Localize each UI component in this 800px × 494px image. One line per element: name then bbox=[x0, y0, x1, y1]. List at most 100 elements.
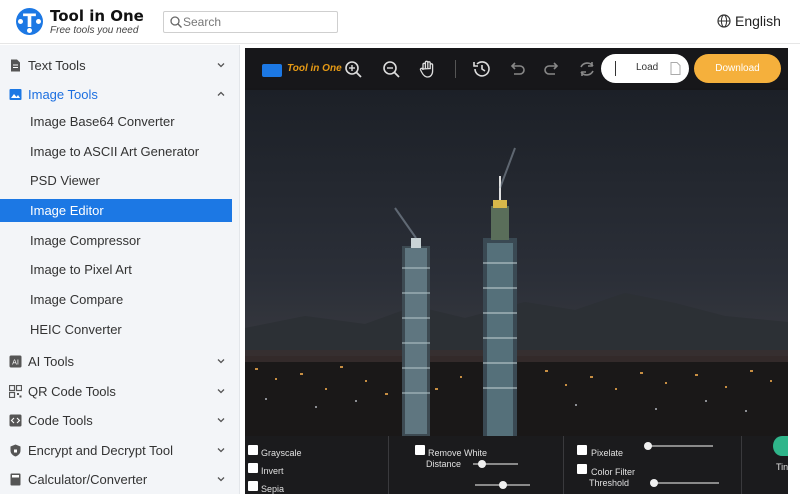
sidebar-item-label: Calculator/Converter bbox=[28, 472, 148, 487]
sidebar-item-qr-code-tools[interactable]: QR Code Tools bbox=[0, 378, 239, 406]
sidebar-item-ai-tools[interactable]: AI AI Tools bbox=[0, 348, 239, 376]
redo-icon[interactable] bbox=[541, 58, 563, 80]
sidebar-item-encrypt-decrypt[interactable]: Encrypt and Decrypt Tool bbox=[0, 437, 239, 465]
logo-icon[interactable]: T bbox=[16, 8, 43, 35]
search-input[interactable] bbox=[183, 12, 333, 32]
sidebar-subitem-image-compare[interactable]: Image Compare bbox=[0, 288, 232, 311]
grayscale-checkbox[interactable] bbox=[248, 445, 258, 455]
color-swatch[interactable] bbox=[773, 436, 788, 456]
chevron-down-icon bbox=[217, 63, 225, 68]
editor-toolbar: Tool in One Load Download bbox=[245, 48, 788, 90]
chevron-down-icon bbox=[217, 448, 225, 453]
globe-icon bbox=[717, 14, 731, 28]
sidebar-item-code-tools[interactable]: Code Tools bbox=[0, 407, 239, 435]
load-separator bbox=[615, 61, 616, 76]
pixelate-slider-thumb[interactable] bbox=[644, 442, 653, 450]
svg-text:AI: AI bbox=[12, 359, 19, 367]
sidebar-subitem-psd-viewer[interactable]: PSD Viewer bbox=[0, 169, 232, 192]
sidebar-subitem-image-editor[interactable]: Image Editor bbox=[0, 199, 232, 222]
image-icon bbox=[9, 89, 22, 100]
panel-divider bbox=[741, 436, 742, 494]
sidebar-subitem-label: HEIC Converter bbox=[30, 322, 122, 337]
remove-white-checkbox[interactable] bbox=[415, 445, 425, 455]
download-button[interactable]: Download bbox=[694, 54, 781, 83]
load-button[interactable]: Load bbox=[601, 54, 689, 83]
file-icon bbox=[670, 62, 681, 75]
search-box[interactable] bbox=[163, 11, 338, 33]
document-icon bbox=[11, 59, 20, 72]
sidebar-subitem-label: Image Editor bbox=[30, 203, 104, 218]
sidebar-subitem-image-compressor[interactable]: Image Compressor bbox=[0, 229, 232, 252]
sidebar-subitem-label: Image to ASCII Art Generator bbox=[30, 144, 200, 159]
filter-controls-panel: Grayscale Invert Sepia Remove White Dist… bbox=[245, 436, 788, 494]
chevron-up-icon bbox=[217, 91, 225, 96]
sidebar-subitem-label: Image Base64 Converter bbox=[30, 114, 175, 129]
calculator-icon bbox=[10, 473, 21, 486]
image-editor: Tool in One Load Download Grayscale Inve… bbox=[245, 48, 788, 494]
toolbar-logo-icon bbox=[262, 64, 282, 77]
pixelate-label: Pixelate bbox=[591, 448, 624, 458]
panel-divider bbox=[563, 436, 564, 494]
invert-checkbox[interactable] bbox=[248, 463, 258, 473]
zoom-out-icon[interactable] bbox=[380, 58, 402, 80]
qr-code-icon bbox=[9, 385, 22, 398]
chevron-down-icon bbox=[217, 359, 225, 364]
chevron-down-icon bbox=[217, 389, 225, 394]
toolbar-brand: Tool in One bbox=[287, 63, 342, 74]
load-label: Load bbox=[636, 62, 659, 73]
brand-subtitle: Free tools you need bbox=[50, 25, 139, 36]
sidebar-item-label: AI Tools bbox=[28, 354, 75, 369]
sidebar-item-text-tools[interactable]: Text Tools bbox=[0, 52, 239, 80]
language-label: English bbox=[735, 13, 781, 29]
sidebar-subitem-image-base64-converter[interactable]: Image Base64 Converter bbox=[0, 110, 232, 133]
distance-slider-thumb[interactable] bbox=[478, 460, 486, 468]
pixelate-checkbox[interactable] bbox=[577, 445, 587, 455]
invert-label: Invert bbox=[261, 466, 284, 476]
search-icon bbox=[170, 16, 182, 28]
distance-label: Distance bbox=[426, 459, 462, 469]
tint-label: Tin bbox=[776, 462, 788, 472]
threshold-slider-track[interactable] bbox=[651, 482, 719, 484]
sidebar-subitem-label: Image Compare bbox=[30, 292, 124, 307]
pixelate-slider-track[interactable] bbox=[645, 445, 713, 447]
remove-white-label: Remove White bbox=[428, 448, 488, 458]
toolbar-separator bbox=[455, 60, 456, 78]
sidebar-item-label: Image Tools bbox=[28, 87, 98, 102]
color-filter-checkbox[interactable] bbox=[577, 464, 587, 474]
sidebar-item-calculator-converter[interactable]: Calculator/Converter bbox=[0, 466, 239, 494]
panel-divider bbox=[388, 436, 389, 494]
history-icon[interactable] bbox=[471, 58, 493, 80]
sepia-checkbox[interactable] bbox=[248, 481, 258, 491]
sidebar-subitem-heic-converter[interactable]: HEIC Converter bbox=[0, 318, 232, 341]
reset-icon[interactable] bbox=[576, 58, 598, 80]
color-filter-label: Color Filter bbox=[591, 467, 636, 477]
sidebar-item-label: QR Code Tools bbox=[28, 384, 116, 399]
editor-canvas-image[interactable] bbox=[245, 88, 788, 436]
sidebar-item-label: Encrypt and Decrypt Tool bbox=[28, 443, 173, 458]
sidebar-subitem-label: Image to Pixel Art bbox=[30, 262, 132, 277]
sidebar-item-label: Code Tools bbox=[28, 413, 93, 428]
undo-icon[interactable] bbox=[506, 58, 528, 80]
bottom-slider-thumb[interactable] bbox=[498, 481, 507, 489]
chevron-down-icon bbox=[217, 477, 225, 482]
grayscale-label: Grayscale bbox=[261, 448, 302, 458]
sepia-label: Sepia bbox=[261, 484, 285, 494]
page-margin bbox=[788, 45, 800, 494]
sidebar-subitem-label: Image Compressor bbox=[30, 233, 141, 248]
sidebar-item-image-tools[interactable]: Image Tools bbox=[0, 81, 239, 109]
zoom-in-icon[interactable] bbox=[342, 58, 364, 80]
sidebar-subitem-label: PSD Viewer bbox=[30, 173, 100, 188]
shield-icon bbox=[10, 444, 21, 457]
sidebar-subitem-image-to-pixel-art[interactable]: Image to Pixel Art bbox=[0, 258, 232, 281]
threshold-slider-thumb[interactable] bbox=[650, 479, 659, 487]
brand-title[interactable]: Tool in One bbox=[50, 7, 144, 25]
hand-pan-icon[interactable] bbox=[417, 58, 439, 80]
sidebar: Text Tools Image Tools Image Base64 Conv… bbox=[0, 45, 240, 494]
top-header: T Tool in One Free tools you need Englis… bbox=[0, 0, 800, 44]
chevron-down-icon bbox=[217, 418, 225, 423]
ai-icon: AI bbox=[9, 355, 22, 368]
code-icon bbox=[9, 414, 22, 427]
threshold-label: Threshold bbox=[589, 478, 630, 488]
sidebar-item-label: Text Tools bbox=[28, 58, 86, 73]
sidebar-subitem-image-to-ascii[interactable]: Image to ASCII Art Generator bbox=[0, 140, 232, 163]
